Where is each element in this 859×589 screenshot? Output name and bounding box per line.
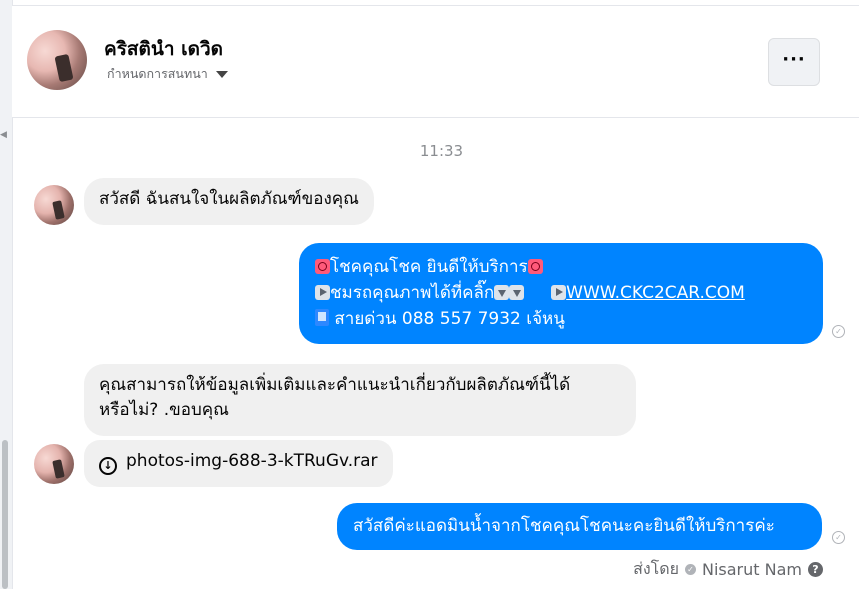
- sender-avatar[interactable]: [34, 444, 74, 484]
- sent-by-indicator: ส่งโดย ✓ Nisarut Nam ?: [633, 557, 823, 582]
- reply-text: สวัสดีค่ะแอดมินน้ำจากโชคคุณโชคนะคะยินดีใ…: [353, 516, 775, 536]
- message-timestamp: 11:33: [419, 142, 464, 160]
- sent-by-label: ส่งโดย: [633, 559, 679, 578]
- more-icon: ···: [782, 49, 806, 70]
- message-text-line-2: หรือไม่? .ขอบคุณ: [99, 400, 229, 420]
- promo-line-1: โชคคุณโชค ยินดีให้บริการ: [330, 257, 528, 277]
- collapse-arrow-icon[interactable]: ◀: [0, 130, 7, 140]
- file-attachment[interactable]: ↓ photos-img-688-3-kTRuGv.rar: [84, 440, 393, 487]
- outgoing-message[interactable]: สวัสดีค่ะแอดมินน้ำจากโชคคุณโชคนะคะยินดีใ…: [337, 503, 822, 550]
- message-text-line-1: คุณสามารถให้ข้อมูลเพิ่มเติมและคำแนะนำเกี…: [99, 375, 571, 395]
- outgoing-message-promo[interactable]: โชคคุณโชค ยินดีให้บริการ ชมรถคุณภาพได้ที…: [299, 243, 823, 344]
- check-icon: ✓: [685, 564, 696, 575]
- play-icon: [315, 285, 330, 300]
- promo-line-3: สายด่วน 088 557 7932 เจ้หนู: [334, 309, 565, 329]
- more-options-button[interactable]: ···: [768, 38, 820, 86]
- sender-avatar[interactable]: [34, 185, 74, 225]
- seen-check-icon: ✓: [832, 531, 845, 544]
- mobile-phone-icon: [315, 309, 329, 326]
- incoming-message[interactable]: คุณสามารถให้ข้อมูลเพิ่มเติมและคำแนะนำเกี…: [84, 364, 636, 436]
- down-arrow-icon: [494, 285, 510, 300]
- help-icon[interactable]: ?: [808, 562, 823, 577]
- message-text: สวัสดี ฉันสนใจในผลิตภัณฑ์ของคุณ: [99, 189, 359, 209]
- promo-line-2: ชมรถคุณภาพได้ที่คลิ๊ก: [330, 283, 495, 303]
- website-link[interactable]: WWW.CKC2CAR.COM: [566, 283, 745, 303]
- contact-avatar[interactable]: [27, 30, 87, 90]
- sender-name: Nisarut Nam: [702, 560, 802, 579]
- down-arrow-icon: [509, 285, 525, 300]
- contact-name[interactable]: คริสตินํา เดวิด: [104, 34, 223, 64]
- incoming-message[interactable]: สวัสดี ฉันสนใจในผลิตภัณฑ์ของคุณ: [84, 178, 374, 225]
- assign-conversation-dropdown[interactable]: กำหนดการสนทนา: [107, 64, 228, 84]
- play-icon: [551, 285, 567, 300]
- download-icon[interactable]: ↓: [99, 456, 117, 475]
- scrollbar[interactable]: [2, 440, 8, 589]
- conversation-header: คริสตินํา เดวิด กำหนดการสนทนา ···: [12, 6, 859, 118]
- file-name: photos-img-688-3-kTRuGv.rar: [126, 451, 378, 471]
- anger-symbol-icon: [315, 259, 330, 274]
- anger-symbol-icon: [527, 259, 543, 274]
- assign-conversation-label: กำหนดการสนทนา: [107, 66, 208, 81]
- seen-check-icon: ✓: [832, 325, 845, 338]
- caret-down-icon: [215, 70, 228, 78]
